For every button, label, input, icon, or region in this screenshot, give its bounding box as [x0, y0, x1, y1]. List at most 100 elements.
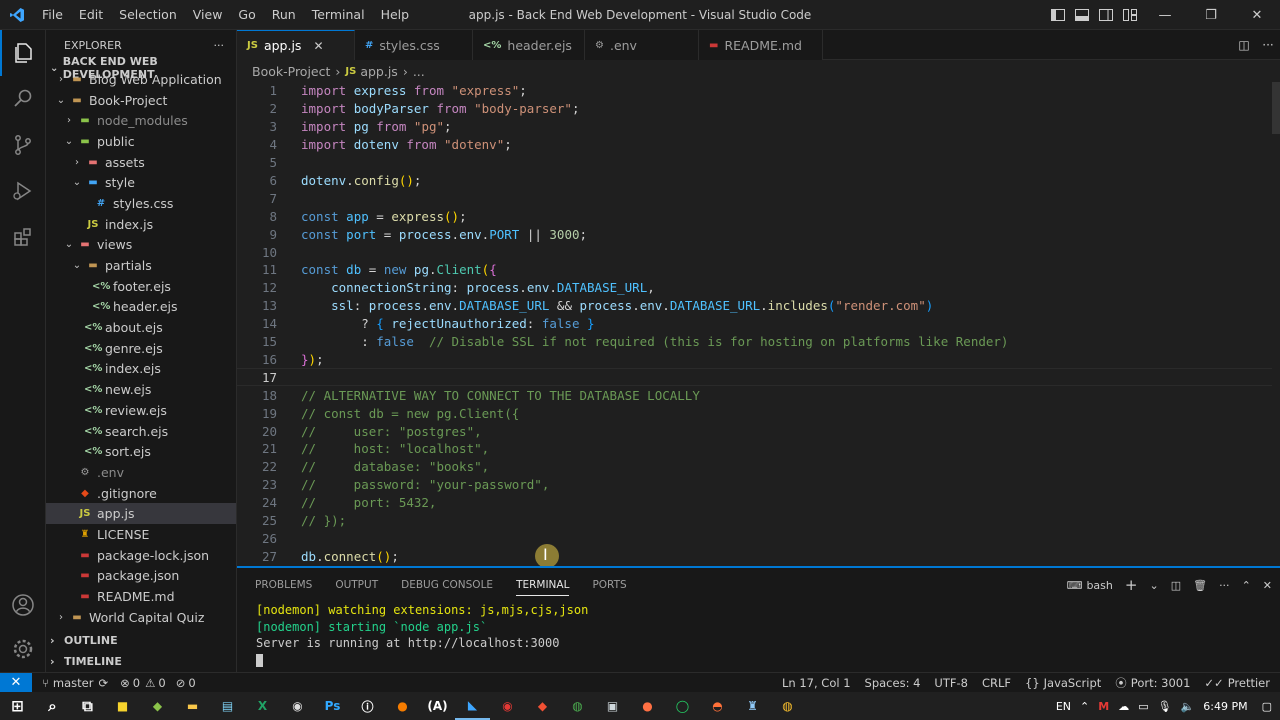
more-actions-icon[interactable]: ··· — [1219, 579, 1230, 592]
tray-app-icon[interactable]: M — [1098, 700, 1109, 713]
vscode-icon[interactable]: ◣ — [455, 692, 490, 720]
file-item[interactable]: JS index.js — [46, 214, 236, 235]
panel-tab-problems[interactable]: PROBLEMS — [255, 575, 312, 595]
folder-item[interactable]: › ▬ node_modules — [46, 110, 236, 131]
warnings-count[interactable]: 0 — [158, 676, 165, 690]
code-line[interactable]: 3 import pg from "pg"; — [237, 118, 1272, 136]
code-line[interactable]: 12 connectionString: process.env.DATABAS… — [237, 279, 1272, 297]
menu-terminal[interactable]: Terminal — [304, 0, 373, 30]
file-item[interactable]: <% about.ejs — [46, 317, 236, 338]
code-line[interactable]: 9 const port = process.env.PORT || 3000; — [237, 225, 1272, 243]
folder-item[interactable]: ⌄ ▬ style — [46, 172, 236, 193]
more-actions-icon[interactable]: ··· — [1256, 38, 1280, 52]
terminal-shell-label[interactable]: bash — [1086, 579, 1112, 592]
file-item[interactable]: <% header.ejs — [46, 297, 236, 318]
firefox-icon[interactable]: ◓ — [700, 692, 735, 720]
tab-readme-md[interactable]: ▬ README.md — [699, 30, 823, 60]
file-item[interactable]: ⚙ .env — [46, 462, 236, 483]
menu-file[interactable]: File — [34, 0, 71, 30]
toggle-secondary-sidebar-icon[interactable] — [1094, 0, 1118, 30]
code-line[interactable]: 2 import bodyParser from "body-parser"; — [237, 100, 1272, 118]
terminal-shell-icon[interactable]: ⌨ — [1067, 579, 1083, 592]
file-item[interactable]: <% genre.ejs — [46, 338, 236, 359]
minimize-button[interactable]: — — [1142, 0, 1188, 30]
toggle-primary-sidebar-icon[interactable] — [1046, 0, 1070, 30]
menu-help[interactable]: Help — [373, 0, 418, 30]
panel-tab-output[interactable]: OUTPUT — [335, 575, 378, 595]
explorer-more-button[interactable]: ··· — [214, 39, 225, 52]
code-line[interactable]: 21 // host: "localhost", — [237, 440, 1272, 458]
microphone-icon[interactable]: 🎙 — [1158, 700, 1172, 713]
trash-icon[interactable]: 🗑 — [1193, 579, 1207, 592]
manage-gear-icon[interactable] — [0, 626, 46, 672]
file-item[interactable]: ◆ .gitignore — [46, 483, 236, 504]
code-line[interactable]: 6 dotenv.config(); — [237, 172, 1272, 190]
input-language[interactable]: EN — [1056, 700, 1071, 713]
task-view-icon[interactable]: ⧉ — [70, 692, 105, 720]
file-item[interactable]: ▬ README.md — [46, 586, 236, 607]
app-orange-icon[interactable]: ● — [385, 692, 420, 720]
code-line[interactable]: 18 // ALTERNATIVE WAY TO CONNECT TO THE D… — [237, 386, 1272, 404]
panel-tab-ports[interactable]: PORTS — [592, 575, 626, 595]
close-panel-icon[interactable]: ✕ — [1263, 579, 1272, 592]
file-item[interactable]: <% search.ejs — [46, 421, 236, 442]
code-line[interactable]: 14 ? { rejectUnauthorized: false } — [237, 315, 1272, 333]
app-monitor-icon[interactable]: ▣ — [595, 692, 630, 720]
app-i-icon[interactable]: ⓘ — [350, 692, 385, 720]
file-item[interactable]: ▬ package-lock.json — [46, 545, 236, 566]
indentation[interactable]: Spaces: 4 — [865, 676, 921, 690]
cloud-icon[interactable]: ☁ — [1118, 700, 1129, 713]
code-line[interactable]: 11 const db = new pg.Client({ — [237, 261, 1272, 279]
maximize-panel-icon[interactable]: ⌃ — [1242, 579, 1251, 592]
outline-section[interactable]: › OUTLINE — [46, 630, 236, 651]
menu-selection[interactable]: Selection — [111, 0, 185, 30]
notepad-icon[interactable]: ▤ — [210, 692, 245, 720]
file-item[interactable]: <% new.ejs — [46, 379, 236, 400]
remote-icon[interactable]: ✕ — [0, 672, 32, 693]
tab-app-js[interactable]: JS app.js ✕ — [237, 30, 355, 60]
file-item[interactable]: # styles.css — [46, 193, 236, 214]
menu-go[interactable]: Go — [230, 0, 263, 30]
encoding[interactable]: UTF-8 — [934, 676, 968, 690]
file-item[interactable]: <% review.ejs — [46, 400, 236, 421]
explorer-icon[interactable] — [0, 30, 46, 76]
photoshop-icon[interactable]: Ps — [315, 692, 350, 720]
close-button[interactable]: ✕ — [1234, 0, 1280, 30]
code-line[interactable]: 5 — [237, 154, 1272, 172]
source-control-icon[interactable] — [0, 122, 46, 168]
code-line[interactable]: 16}); — [237, 351, 1272, 369]
folder-item[interactable]: ⌄ ▬ Book-Project — [46, 90, 236, 111]
code-line[interactable]: 23 // password: "your-password", — [237, 476, 1272, 494]
file-item[interactable]: JS app.js — [46, 503, 236, 525]
obs-icon[interactable]: ◉ — [280, 692, 315, 720]
timeline-section[interactable]: › TIMELINE — [46, 651, 236, 672]
language-mode[interactable]: JavaScript — [1044, 676, 1102, 690]
chevron-down-icon[interactable]: ⌄ — [1149, 579, 1158, 592]
sync-icon[interactable]: ⟳ — [98, 676, 108, 690]
recorder-icon[interactable]: ◉ — [490, 692, 525, 720]
sticky-notes-icon[interactable]: ■ — [105, 692, 140, 720]
code-editor[interactable]: I 1 import express from "express"; 2 import… — [237, 82, 1280, 566]
tab-styles-css[interactable]: # styles.css — [355, 30, 473, 60]
customize-layout-icon[interactable] — [1118, 0, 1142, 30]
run-debug-icon[interactable] — [0, 168, 46, 214]
code-line[interactable]: 19 // const db = new pg.Client({ — [237, 404, 1272, 422]
file-item[interactable]: <% footer.ejs — [46, 276, 236, 297]
prettier-status[interactable]: Prettier — [1228, 676, 1270, 690]
split-editor-icon[interactable]: ◫ — [1232, 38, 1256, 52]
code-line[interactable]: 8 const app = express(); — [237, 207, 1272, 225]
app-orange-2-icon[interactable]: ● — [630, 692, 665, 720]
git-icon[interactable]: ◆ — [525, 692, 560, 720]
editor-scrollbar[interactable] — [1272, 82, 1280, 134]
tab-close-icon[interactable]: ✕ — [313, 39, 323, 53]
folder-item[interactable]: ⌄ ▬ views — [46, 235, 236, 256]
new-terminal-icon[interactable]: + — [1125, 576, 1138, 594]
code-line[interactable]: 24 // port: 5432, — [237, 494, 1272, 512]
folder-item[interactable]: › ▬ assets — [46, 152, 236, 173]
split-terminal-icon[interactable]: ◫ — [1171, 579, 1181, 592]
branch-label[interactable]: master — [53, 676, 94, 690]
code-line[interactable]: 25 // }); — [237, 512, 1272, 530]
app-a-icon[interactable]: (A) — [420, 692, 455, 720]
chrome-icon[interactable]: ◍ — [560, 692, 595, 720]
accounts-icon[interactable] — [0, 582, 46, 628]
